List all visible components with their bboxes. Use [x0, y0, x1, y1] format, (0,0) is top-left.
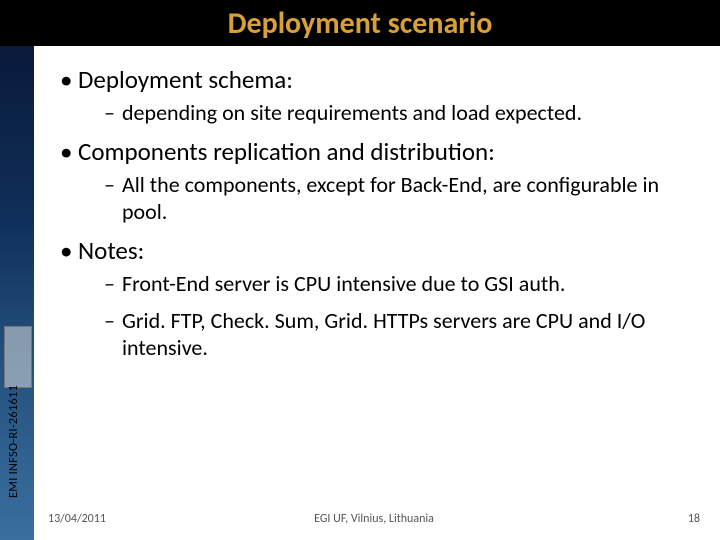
slide-title: Deployment scenario [228, 5, 493, 42]
bullet-deployment-schema: •Deployment schema: [60, 64, 700, 95]
subbullet-text: All the components, except for Back-End,… [122, 171, 700, 225]
bullet-components-replication: •Components replication and distribution… [60, 136, 700, 167]
bullet-notes: •Notes: [60, 235, 700, 266]
slide: Deployment scenario EMI INFSO-RI-261611 … [0, 0, 720, 540]
subbullet-front-end-cpu: –Front-End server is CPU intensive due t… [104, 270, 700, 297]
subbullet-text: Grid. FTP, Check. Sum, Grid. HTTPs serve… [122, 307, 700, 361]
subbullet-configurable-pool: –All the components, except for Back-End… [104, 171, 700, 225]
bullet-text: Deployment schema: [78, 64, 293, 95]
bullet-text: Notes: [78, 235, 144, 266]
bullet-text: Components replication and distribution: [78, 136, 495, 167]
title-bar: Deployment scenario [0, 0, 720, 46]
footer: 13/04/2011 EGI UF, Vilnius, Lithuania 18 [48, 512, 700, 526]
side-reference-text: EMI INFSO-RI-261611 [6, 385, 21, 498]
subbullet-text: Front-End server is CPU intensive due to… [122, 270, 565, 297]
subbullet-site-requirements: –depending on site requirements and load… [104, 99, 700, 126]
subbullet-text: depending on site requirements and load … [122, 99, 582, 126]
subbullet-grid-servers: –Grid. FTP, Check. Sum, Grid. HTTPs serv… [104, 307, 700, 361]
footer-venue: EGI UF, Vilnius, Lithuania [48, 512, 700, 526]
content-area: •Deployment schema: –depending on site r… [48, 58, 700, 371]
